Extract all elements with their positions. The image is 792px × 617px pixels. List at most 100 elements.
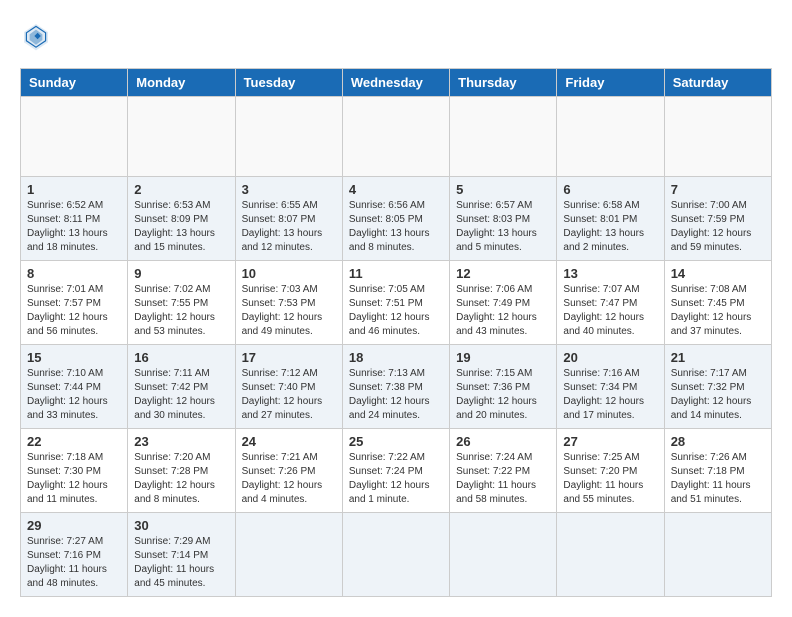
calendar-cell: 28 Sunrise: 7:26 AM Sunset: 7:18 PM Dayli… (664, 429, 771, 513)
day-info: Sunrise: 7:18 AM Sunset: 7:30 PM Dayligh… (27, 451, 121, 507)
calendar-cell: 3 Sunrise: 6:55 AM Sunset: 8:07 PM Daylig… (235, 177, 342, 261)
calendar-cell (128, 97, 235, 177)
calendar-cell (450, 513, 557, 597)
day-number: 21 (671, 350, 765, 365)
day-info: Sunrise: 7:07 AM Sunset: 7:47 PM Dayligh… (563, 283, 657, 339)
day-info: Sunrise: 7:05 AM Sunset: 7:51 PM Dayligh… (349, 283, 443, 339)
calendar-cell: 19 Sunrise: 7:15 AM Sunset: 7:36 PM Dayli… (450, 345, 557, 429)
calendar-cell: 11 Sunrise: 7:05 AM Sunset: 7:51 PM Dayli… (342, 261, 449, 345)
calendar-cell (664, 97, 771, 177)
day-info: Sunrise: 7:08 AM Sunset: 7:45 PM Dayligh… (671, 283, 765, 339)
day-info: Sunrise: 7:12 AM Sunset: 7:40 PM Dayligh… (242, 367, 336, 423)
calendar-week-row: 29Sunrise: 7:27 AM Sunset: 7:16 PM Dayli… (21, 513, 772, 597)
day-info: Sunrise: 7:22 AM Sunset: 7:24 PM Dayligh… (349, 451, 443, 507)
day-info: Sunrise: 7:27 AM Sunset: 7:16 PM Dayligh… (27, 535, 121, 591)
col-header-friday: Friday (557, 69, 664, 97)
col-header-tuesday: Tuesday (235, 69, 342, 97)
calendar-week-row: 22 Sunrise: 7:18 AM Sunset: 7:30 PM Dayli… (21, 429, 772, 513)
day-number: 22 (27, 434, 121, 449)
calendar-cell: 6Sunrise: 6:58 AM Sunset: 8:01 PM Daylig… (557, 177, 664, 261)
day-number: 18 (349, 350, 443, 365)
day-info: Sunrise: 7:21 AM Sunset: 7:26 PM Dayligh… (242, 451, 336, 507)
calendar-cell (21, 97, 128, 177)
day-info: Sunrise: 7:29 AM Sunset: 7:14 PM Dayligh… (134, 535, 228, 591)
day-number: 26 (456, 434, 550, 449)
day-info: Sunrise: 6:53 AM Sunset: 8:09 PM Dayligh… (134, 199, 228, 255)
calendar-cell: 14 Sunrise: 7:08 AM Sunset: 7:45 PM Dayli… (664, 261, 771, 345)
calendar-table: SundayMondayTuesdayWednesdayThursdayFrid… (20, 68, 772, 597)
day-number: 8 (27, 266, 121, 281)
day-number: 12 (456, 266, 550, 281)
day-number: 3 (242, 182, 336, 197)
calendar-cell: 12Sunrise: 7:06 AM Sunset: 7:49 PM Dayli… (450, 261, 557, 345)
day-info: Sunrise: 7:24 AM Sunset: 7:22 PM Dayligh… (456, 451, 550, 507)
calendar-cell: 21Sunrise: 7:17 AM Sunset: 7:32 PM Dayli… (664, 345, 771, 429)
col-header-sunday: Sunday (21, 69, 128, 97)
day-info: Sunrise: 7:13 AM Sunset: 7:38 PM Dayligh… (349, 367, 443, 423)
day-number: 25 (349, 434, 443, 449)
col-header-saturday: Saturday (664, 69, 771, 97)
calendar-week-row: 15 Sunrise: 7:10 AM Sunset: 7:44 PM Dayli… (21, 345, 772, 429)
calendar-cell: 7Sunrise: 7:00 AM Sunset: 7:59 PM Daylig… (664, 177, 771, 261)
calendar-cell (342, 97, 449, 177)
calendar-cell (235, 97, 342, 177)
calendar-cell (342, 513, 449, 597)
calendar-cell: 20Sunrise: 7:16 AM Sunset: 7:34 PM Dayli… (557, 345, 664, 429)
day-number: 9 (134, 266, 228, 281)
calendar-header-row: SundayMondayTuesdayWednesdayThursdayFrid… (21, 69, 772, 97)
calendar-cell: 27Sunrise: 7:25 AM Sunset: 7:20 PM Dayli… (557, 429, 664, 513)
day-info: Sunrise: 7:11 AM Sunset: 7:42 PM Dayligh… (134, 367, 228, 423)
day-info: Sunrise: 7:26 AM Sunset: 7:18 PM Dayligh… (671, 451, 765, 507)
calendar-cell: 2Sunrise: 6:53 AM Sunset: 8:09 PM Daylig… (128, 177, 235, 261)
day-number: 14 (671, 266, 765, 281)
day-info: Sunrise: 7:16 AM Sunset: 7:34 PM Dayligh… (563, 367, 657, 423)
logo-icon (20, 20, 52, 52)
calendar-cell (557, 513, 664, 597)
day-number: 15 (27, 350, 121, 365)
calendar-cell: 5 Sunrise: 6:57 AM Sunset: 8:03 PM Daylig… (450, 177, 557, 261)
calendar-cell: 10 Sunrise: 7:03 AM Sunset: 7:53 PM Dayli… (235, 261, 342, 345)
day-info: Sunrise: 7:02 AM Sunset: 7:55 PM Dayligh… (134, 283, 228, 339)
col-header-wednesday: Wednesday (342, 69, 449, 97)
calendar-week-row (21, 97, 772, 177)
day-info: Sunrise: 7:03 AM Sunset: 7:53 PM Dayligh… (242, 283, 336, 339)
calendar-cell: 9 Sunrise: 7:02 AM Sunset: 7:55 PM Daylig… (128, 261, 235, 345)
day-info: Sunrise: 6:58 AM Sunset: 8:01 PM Dayligh… (563, 199, 657, 255)
calendar-cell (664, 513, 771, 597)
day-info: Sunrise: 6:52 AM Sunset: 8:11 PM Dayligh… (27, 199, 121, 255)
calendar-week-row: 8Sunrise: 7:01 AM Sunset: 7:57 PM Daylig… (21, 261, 772, 345)
calendar-cell: 30 Sunrise: 7:29 AM Sunset: 7:14 PM Dayli… (128, 513, 235, 597)
day-number: 11 (349, 266, 443, 281)
day-number: 5 (456, 182, 550, 197)
calendar-cell: 25 Sunrise: 7:22 AM Sunset: 7:24 PM Dayli… (342, 429, 449, 513)
calendar-cell: 24Sunrise: 7:21 AM Sunset: 7:26 PM Dayli… (235, 429, 342, 513)
day-number: 10 (242, 266, 336, 281)
day-info: Sunrise: 7:00 AM Sunset: 7:59 PM Dayligh… (671, 199, 765, 255)
day-info: Sunrise: 7:20 AM Sunset: 7:28 PM Dayligh… (134, 451, 228, 507)
day-info: Sunrise: 7:15 AM Sunset: 7:36 PM Dayligh… (456, 367, 550, 423)
calendar-cell: 29Sunrise: 7:27 AM Sunset: 7:16 PM Dayli… (21, 513, 128, 597)
calendar-cell (235, 513, 342, 597)
day-number: 30 (134, 518, 228, 533)
day-number: 28 (671, 434, 765, 449)
day-info: Sunrise: 6:57 AM Sunset: 8:03 PM Dayligh… (456, 199, 550, 255)
calendar-week-row: 1Sunrise: 6:52 AM Sunset: 8:11 PM Daylig… (21, 177, 772, 261)
calendar-cell: 23Sunrise: 7:20 AM Sunset: 7:28 PM Dayli… (128, 429, 235, 513)
calendar-cell: 15 Sunrise: 7:10 AM Sunset: 7:44 PM Dayli… (21, 345, 128, 429)
day-number: 17 (242, 350, 336, 365)
day-info: Sunrise: 7:10 AM Sunset: 7:44 PM Dayligh… (27, 367, 121, 423)
day-number: 4 (349, 182, 443, 197)
header (20, 20, 772, 52)
col-header-thursday: Thursday (450, 69, 557, 97)
day-info: Sunrise: 6:55 AM Sunset: 8:07 PM Dayligh… (242, 199, 336, 255)
logo (20, 20, 56, 52)
calendar-cell: 16Sunrise: 7:11 AM Sunset: 7:42 PM Dayli… (128, 345, 235, 429)
calendar-cell: 22 Sunrise: 7:18 AM Sunset: 7:30 PM Dayli… (21, 429, 128, 513)
calendar-cell: 1Sunrise: 6:52 AM Sunset: 8:11 PM Daylig… (21, 177, 128, 261)
calendar-cell: 13Sunrise: 7:07 AM Sunset: 7:47 PM Dayli… (557, 261, 664, 345)
calendar-cell: 4Sunrise: 6:56 AM Sunset: 8:05 PM Daylig… (342, 177, 449, 261)
day-number: 19 (456, 350, 550, 365)
calendar-cell: 18 Sunrise: 7:13 AM Sunset: 7:38 PM Dayli… (342, 345, 449, 429)
calendar-cell: 17 Sunrise: 7:12 AM Sunset: 7:40 PM Dayli… (235, 345, 342, 429)
day-info: Sunrise: 7:25 AM Sunset: 7:20 PM Dayligh… (563, 451, 657, 507)
